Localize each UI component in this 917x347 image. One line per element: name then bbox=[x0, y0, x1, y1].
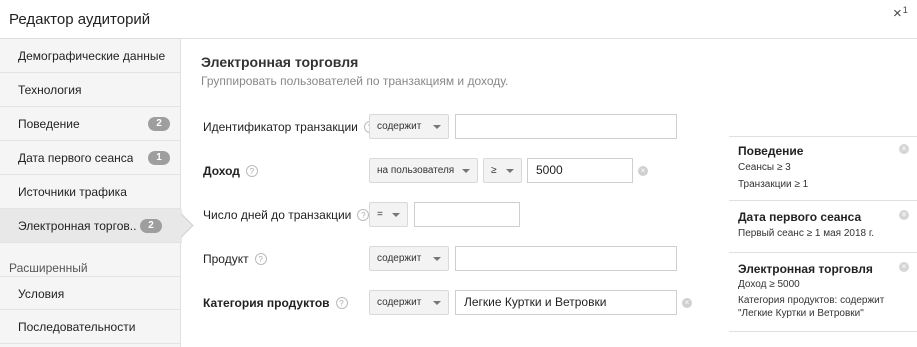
sidebar-item-ecommerce[interactable]: Электронная торгов... 2 bbox=[0, 209, 182, 243]
days-to-transaction-label: Число дней до транзакции? bbox=[203, 208, 370, 222]
row-label-text: Число дней до транзакции bbox=[203, 208, 352, 222]
sidebar-item-label: Условия bbox=[18, 287, 65, 301]
chevron-down-icon bbox=[433, 125, 441, 129]
remove-card-icon[interactable]: × bbox=[899, 144, 909, 154]
chevron-down-icon bbox=[433, 257, 441, 261]
chevron-down-icon bbox=[392, 213, 400, 217]
days-operator-select[interactable]: = bbox=[369, 202, 408, 227]
transaction-id-operator-select[interactable]: содержит bbox=[369, 114, 449, 139]
dialog-header: Редактор аудиторий ×1 bbox=[0, 0, 917, 39]
row-label-text: Доход bbox=[203, 164, 240, 178]
help-icon[interactable]: ? bbox=[245, 165, 258, 177]
row-label-text: Идентификатор транзакции bbox=[203, 120, 358, 134]
clear-revenue-icon[interactable]: × bbox=[638, 166, 648, 176]
remove-card-icon[interactable]: × bbox=[899, 262, 909, 272]
sidebar-item-demographics[interactable]: Демографические данные bbox=[0, 39, 180, 73]
select-value: содержит bbox=[377, 253, 422, 264]
product-operator-select[interactable]: содержит bbox=[369, 246, 449, 271]
sidebar-item-sequences[interactable]: Последовательности bbox=[0, 310, 180, 344]
count-badge: 2 bbox=[148, 117, 170, 131]
sidebar-item-label: Демографические данные bbox=[18, 49, 166, 63]
panel-title: Электронная торговля bbox=[201, 54, 359, 70]
sidebar-item-label: Дата первого сеанса bbox=[18, 151, 134, 165]
main-panel: Электронная торговля Группировать пользо… bbox=[181, 39, 729, 347]
sidebar-item-label: Последовательности bbox=[18, 320, 136, 334]
help-icon[interactable]: ? bbox=[335, 297, 348, 309]
select-value: на пользователя bbox=[377, 165, 455, 176]
product-input[interactable] bbox=[455, 246, 677, 271]
summary-line: Транзакции ≥ 1 bbox=[738, 179, 809, 190]
close-superscript: 1 bbox=[902, 5, 908, 15]
summary-line: "Легкие Куртки и Ветровки" bbox=[738, 308, 864, 319]
count-badge: 1 bbox=[148, 151, 170, 165]
product-category-input[interactable]: Легкие Куртки и Ветровки bbox=[455, 290, 677, 315]
sidebar-item-behavior[interactable]: Поведение 2 bbox=[0, 107, 180, 141]
sidebar-item-label: Электронная торгов... bbox=[18, 219, 136, 233]
revenue-input[interactable]: 5000 bbox=[527, 158, 633, 183]
revenue-scope-select[interactable]: на пользователя bbox=[369, 158, 478, 183]
select-value: = bbox=[377, 209, 383, 220]
transaction-id-label: Идентификатор транзакции? bbox=[203, 120, 376, 134]
help-icon[interactable]: ? bbox=[254, 253, 267, 265]
product-category-label: Категория продуктов? bbox=[203, 296, 348, 310]
revenue-label: Доход? bbox=[203, 164, 258, 178]
product-label: Продукт? bbox=[203, 252, 267, 266]
chevron-down-icon bbox=[506, 169, 514, 173]
sidebar-item-conditions[interactable]: Условия bbox=[0, 276, 180, 310]
sidebar-item-technology[interactable]: Технология bbox=[0, 73, 180, 107]
select-value: содержит bbox=[377, 297, 422, 308]
count-badge: 2 bbox=[140, 219, 162, 233]
clear-product-category-icon[interactable]: × bbox=[682, 298, 692, 308]
summary-card-title: Электронная торговля bbox=[738, 262, 873, 276]
summary-line: Первый сеанс ≥ 1 мая 2018 г. bbox=[738, 228, 875, 239]
summary-line: Категория продуктов: содержит bbox=[738, 295, 885, 306]
panel-subtitle: Группировать пользователей по транзакция… bbox=[201, 74, 509, 88]
close-icon: × bbox=[893, 5, 902, 22]
chevron-down-icon bbox=[433, 301, 441, 305]
remove-card-icon[interactable]: × bbox=[899, 210, 909, 220]
close-button[interactable]: ×1 bbox=[893, 5, 908, 23]
summary-card-title: Поведение bbox=[738, 144, 804, 158]
row-label-text: Продукт bbox=[203, 252, 249, 266]
summary-card-title: Дата первого сеанса bbox=[738, 210, 862, 224]
sidebar-item-label: Поведение bbox=[18, 117, 80, 131]
product-category-operator-select[interactable]: содержит bbox=[369, 290, 449, 315]
summary-card-behavior: Поведение × Сеансы ≥ 3 Транзакции ≥ 1 bbox=[729, 136, 917, 199]
summary-card-ecommerce: Электронная торговля × Доход ≥ 5000 Кате… bbox=[729, 252, 917, 332]
sidebar: Демографические данные Технология Поведе… bbox=[0, 39, 182, 347]
row-label-text: Категория продуктов bbox=[203, 296, 330, 310]
select-value: содержит bbox=[377, 121, 422, 132]
advanced-section-label: Расширенный bbox=[9, 261, 88, 275]
dialog-title: Редактор аудиторий bbox=[9, 11, 151, 28]
select-value: ≥ bbox=[491, 165, 497, 176]
transaction-id-input[interactable] bbox=[455, 114, 677, 139]
summary-panel: Поведение × Сеансы ≥ 3 Транзакции ≥ 1 Да… bbox=[729, 39, 917, 347]
chevron-down-icon bbox=[462, 169, 470, 173]
sidebar-item-label: Источники трафика bbox=[18, 185, 127, 199]
summary-line: Сеансы ≥ 3 bbox=[738, 162, 791, 173]
sidebar-item-label: Технология bbox=[18, 83, 82, 97]
revenue-operator-select[interactable]: ≥ bbox=[483, 158, 522, 183]
summary-line: Доход ≥ 5000 bbox=[738, 279, 800, 290]
sidebar-item-first-session-date[interactable]: Дата первого сеанса 1 bbox=[0, 141, 180, 175]
days-to-transaction-input[interactable] bbox=[414, 202, 520, 227]
sidebar-item-traffic-sources[interactable]: Источники трафика bbox=[0, 175, 180, 209]
summary-card-first-session-date: Дата первого сеанса × Первый сеанс ≥ 1 м… bbox=[729, 200, 917, 251]
help-icon[interactable]: ? bbox=[357, 209, 370, 221]
